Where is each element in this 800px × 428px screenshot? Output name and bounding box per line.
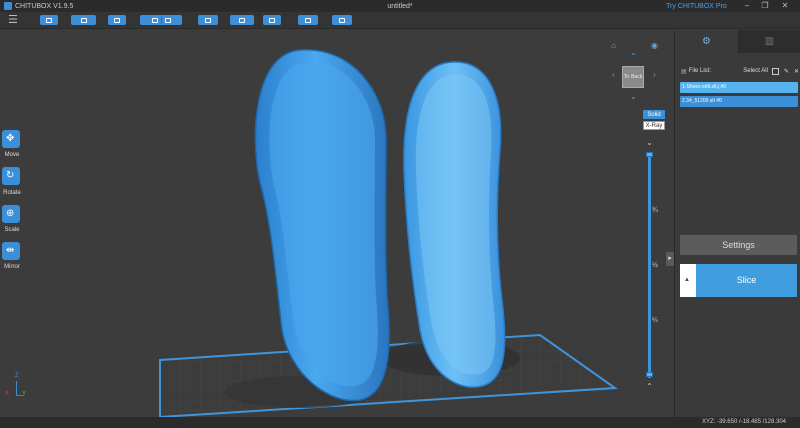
home-view-icon[interactable]: ⌂	[609, 41, 618, 50]
scale-icon: ⊕	[6, 208, 15, 219]
insole-model-right[interactable]	[403, 61, 506, 388]
app-name: CHITUBOX V1.9.5	[15, 2, 74, 10]
save-button[interactable]	[71, 15, 96, 25]
3d-viewport[interactable]: ✥ Move ↻ Rotate ⊕ Scale ⇹ Mirror ⌂ ◉ ⌃ ‹…	[0, 30, 674, 417]
view-cube-face-top: To	[623, 74, 630, 80]
move-tool[interactable]: ✥	[2, 130, 20, 148]
print-settings-button[interactable]	[108, 15, 126, 25]
hole-icon	[339, 17, 345, 23]
right-panel: ⚙ ▥ ▤ File List: Select All ✎ ✕ 1-Shoes …	[674, 30, 800, 417]
rotate-down-icon[interactable]: ⌄	[629, 92, 638, 101]
arrange-button[interactable]	[230, 15, 254, 25]
dig-hole-button[interactable]	[332, 15, 352, 25]
z-axis-label: Z	[15, 373, 19, 379]
close-button[interactable]: ✕	[776, 0, 794, 12]
tab-model-settings[interactable]: ⚙	[675, 30, 738, 53]
app-logo	[4, 2, 12, 10]
layer-slider-bottom-handle[interactable]	[646, 372, 653, 377]
layer-slider-track[interactable]	[648, 153, 651, 378]
file-list-label: File List:	[688, 68, 712, 74]
copy-icon	[205, 17, 211, 23]
eye-icon[interactable]: ◉	[650, 41, 659, 50]
move-label: Move	[4, 152, 20, 158]
insole-model-left[interactable]	[254, 49, 390, 402]
move-icon: ✥	[6, 133, 15, 144]
rotate-icon: ↻	[6, 170, 15, 181]
save-icon	[80, 17, 87, 23]
file-list-item[interactable]: 2.34_51200.stl #0	[680, 96, 798, 107]
hollow-button[interactable]	[298, 15, 318, 25]
chevron-down-icon[interactable]: ⌄	[645, 138, 654, 147]
mirror-icon: ⇹	[6, 245, 15, 256]
xray-mode-button[interactable]: X-Ray	[643, 121, 665, 130]
hamburger-icon[interactable]: ☰	[8, 14, 20, 26]
minimize-button[interactable]: –	[738, 0, 756, 12]
hollow-icon	[305, 17, 311, 23]
settings-gear-icon: ⚙	[702, 36, 711, 47]
file-list-item[interactable]: 1-Shoes edit.stl.j #0	[680, 82, 798, 93]
z-axis-line	[16, 381, 17, 395]
status-bar: XYZ: -39.650 /-18.485 /128.304	[0, 417, 800, 428]
title-bar: CHITUBOX V1.9.5 untitled* Try CHITUBOX P…	[0, 0, 800, 12]
chevron-up-icon[interactable]: ⌃	[645, 382, 654, 391]
rotate-up-icon[interactable]: ⌃	[629, 52, 638, 61]
settings-button[interactable]: Settings	[680, 235, 797, 255]
toolbar: ☰	[0, 12, 800, 29]
printer-icon	[114, 17, 120, 23]
slider-tick-1-4: ¼	[652, 317, 658, 324]
scale-label: Scale	[4, 227, 20, 233]
arrange-icon	[239, 17, 245, 23]
file-list-header: ▤ File List: Select All ✎ ✕	[681, 66, 799, 76]
rotate-label: Rotate	[3, 190, 21, 196]
rotate-tool[interactable]: ↻	[2, 167, 20, 185]
y-axis-label: Y	[22, 391, 27, 397]
select-all-checkbox[interactable]	[771, 67, 779, 75]
mirror-label: Mirror	[4, 264, 20, 270]
folder-icon	[46, 17, 52, 23]
panel-collapse-button[interactable]: ▸	[666, 252, 674, 266]
open-file-button[interactable]	[40, 15, 58, 25]
delete-icon[interactable]: ✕	[794, 68, 799, 75]
x-axis-label: X	[5, 391, 10, 397]
view-cube-face-back: Back	[631, 74, 643, 80]
slice-button[interactable]: Slice	[696, 264, 797, 297]
select-all-label[interactable]: Select All	[743, 68, 768, 74]
slider-tick-1-2: ½	[652, 262, 658, 269]
slice-control: ▲ Slice	[680, 264, 797, 297]
rotate-right-icon[interactable]: ›	[650, 70, 659, 79]
slider-tick-3-4: ¾	[652, 207, 658, 214]
undo-redo-group	[140, 15, 182, 25]
triangle-right-icon: ▸	[668, 255, 672, 262]
mirror-tool[interactable]: ⇹	[2, 242, 20, 260]
maximize-button[interactable]: ❐	[756, 0, 774, 12]
cursor-coordinates: XYZ: -39.650 /-18.485 /128.304	[701, 419, 786, 425]
redo-icon[interactable]	[164, 17, 171, 23]
printer-icon: ▥	[764, 36, 775, 47]
view-cube[interactable]: To Back	[622, 66, 644, 88]
rotate-left-icon[interactable]: ‹	[609, 70, 618, 79]
undo-icon[interactable]	[151, 17, 158, 23]
file-icon: ▤	[681, 68, 687, 75]
copy-button[interactable]	[198, 15, 218, 25]
support-button[interactable]	[263, 15, 281, 25]
tab-printer[interactable]: ▥	[738, 30, 800, 53]
edit-icon[interactable]: ✎	[784, 68, 789, 75]
scene-canvas	[159, 49, 618, 417]
layer-slider-top-handle[interactable]	[646, 152, 653, 157]
solid-mode-button[interactable]: Solid	[643, 110, 665, 119]
scale-tool[interactable]: ⊕	[2, 205, 20, 223]
try-pro-link[interactable]: Try CHITUBOX Pro	[666, 3, 727, 10]
slice-options-arrow[interactable]: ▲	[680, 264, 694, 297]
support-icon	[269, 17, 275, 23]
